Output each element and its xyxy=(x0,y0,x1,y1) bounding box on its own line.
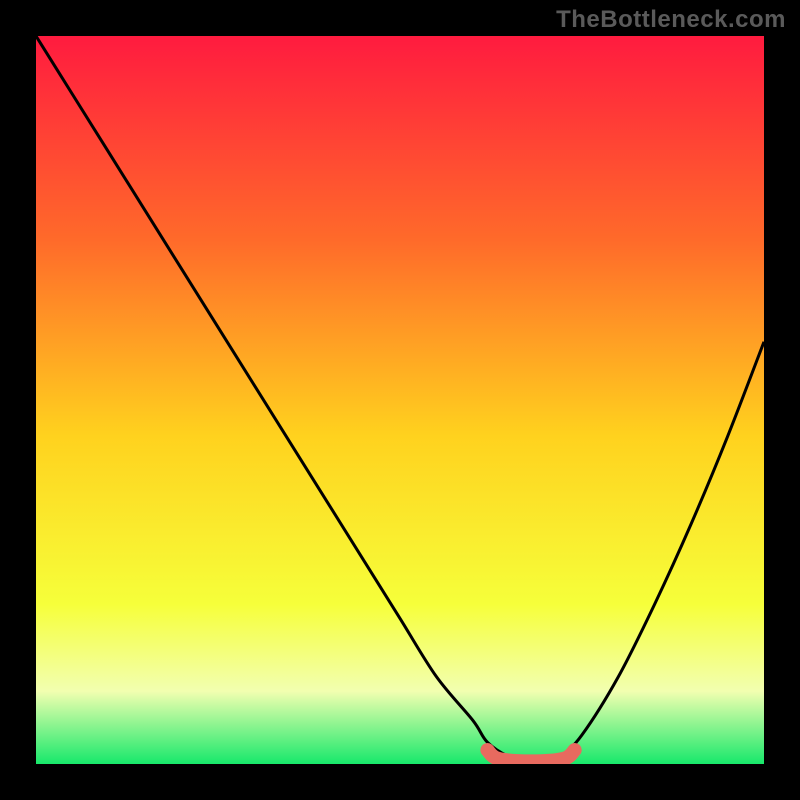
chart-container: TheBottleneck.com xyxy=(0,0,800,800)
plot-background xyxy=(36,36,764,764)
watermark-text: TheBottleneck.com xyxy=(556,6,786,34)
bottleneck-chart xyxy=(0,0,800,800)
